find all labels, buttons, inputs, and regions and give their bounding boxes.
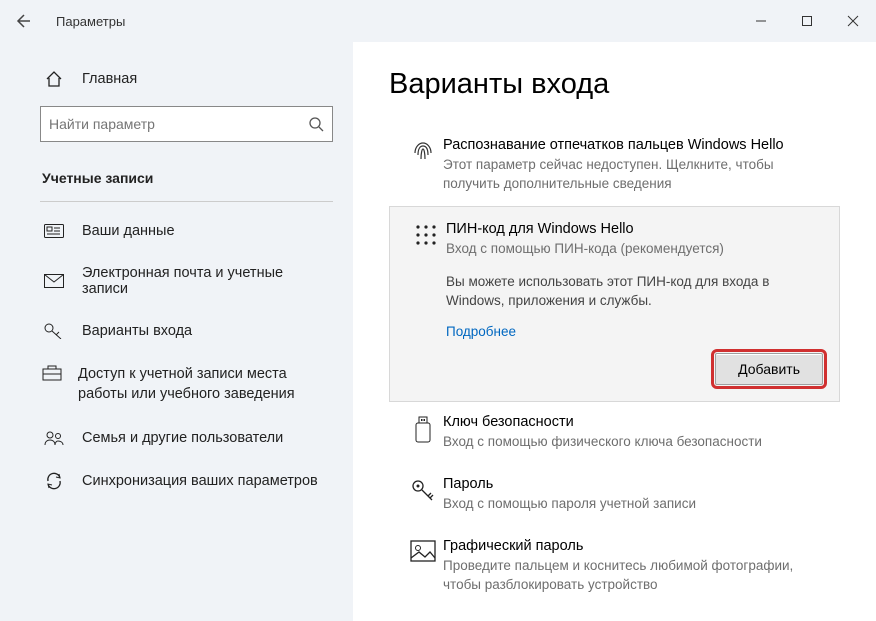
close-icon[interactable] — [830, 0, 876, 42]
sidebar-item-signin[interactable]: Варианты входа — [0, 310, 353, 352]
usb-key-icon — [403, 414, 443, 452]
option-desc: Вы можете использовать этот ПИН-код для … — [446, 273, 823, 311]
option-sub: Вход с помощью пароля учетной записи — [443, 495, 826, 514]
page-title: Варианты входа — [389, 68, 840, 101]
back-icon[interactable] — [14, 13, 46, 29]
main: Варианты входа Распознавание отпечатков … — [353, 42, 876, 621]
window-controls — [738, 0, 876, 42]
search-input[interactable] — [40, 106, 333, 142]
add-button[interactable]: Добавить — [715, 353, 823, 385]
sidebar-item-label: Электронная почта и учетные записи — [82, 265, 333, 297]
keypad-icon — [406, 221, 446, 259]
option-securitykey[interactable]: Ключ безопасности Вход с помощью физичес… — [389, 402, 840, 464]
people-icon — [42, 430, 66, 446]
option-fingerprint[interactable]: Распознавание отпечатков пальцев Windows… — [389, 125, 840, 206]
sidebar: Главная Учетные записи Ваши данные — [0, 42, 353, 621]
option-password[interactable]: Пароль Вход с помощью пароля учетной зап… — [389, 464, 840, 526]
option-title: Графический пароль — [443, 538, 826, 554]
maximize-icon[interactable] — [784, 0, 830, 42]
key-icon — [42, 323, 66, 339]
learn-more-link[interactable]: Подробнее — [446, 324, 823, 339]
mail-icon — [42, 274, 66, 288]
sidebar-item-your-info[interactable]: Ваши данные — [0, 210, 353, 252]
briefcase-icon — [42, 365, 62, 381]
home-icon — [42, 70, 66, 88]
search-wrap — [0, 106, 353, 142]
option-title: ПИН-код для Windows Hello — [446, 221, 823, 237]
badge-icon — [42, 224, 66, 238]
category-header: Учетные записи — [0, 160, 353, 201]
sidebar-item-email[interactable]: Электронная почта и учетные записи — [0, 252, 353, 310]
nav-home-label: Главная — [82, 71, 137, 87]
search-field[interactable] — [49, 116, 308, 132]
settings-window: Параметры Главная — [0, 0, 876, 621]
option-title: Ключ безопасности — [443, 414, 826, 430]
option-sub: Вход с помощью физического ключа безопас… — [443, 433, 826, 452]
content: Главная Учетные записи Ваши данные — [0, 42, 876, 621]
titlebar: Параметры — [0, 0, 876, 42]
sidebar-item-label: Ваши данные — [82, 223, 175, 239]
divider — [40, 201, 333, 202]
option-title: Распознавание отпечатков пальцев Windows… — [443, 137, 826, 153]
search-icon — [308, 116, 324, 132]
window-title: Параметры — [56, 14, 125, 29]
key-icon — [403, 476, 443, 514]
sidebar-item-label: Синхронизация ваших параметров — [82, 473, 318, 489]
sidebar-item-workaccess[interactable]: Доступ к учетной записи места работы или… — [0, 352, 353, 417]
picture-icon — [403, 538, 443, 595]
option-sub: Этот параметр сейчас недоступен. Щелкнит… — [443, 156, 826, 194]
sidebar-item-label: Доступ к учетной записи места работы или… — [78, 365, 333, 404]
sidebar-item-label: Варианты входа — [82, 323, 192, 339]
option-title: Пароль — [443, 476, 826, 492]
option-sub: Вход с помощью ПИН-кода (рекомендуется) — [446, 240, 823, 259]
option-sub: Проведите пальцем и коснитесь любимой фо… — [443, 557, 826, 595]
sync-icon — [42, 472, 66, 490]
sidebar-item-family[interactable]: Семья и другие пользователи — [0, 417, 353, 459]
sidebar-item-label: Семья и другие пользователи — [82, 430, 283, 446]
option-picture-password[interactable]: Графический пароль Проведите пальцем и к… — [389, 526, 840, 607]
minimize-icon[interactable] — [738, 0, 784, 42]
sidebar-item-sync[interactable]: Синхронизация ваших параметров — [0, 459, 353, 503]
nav-home[interactable]: Главная — [0, 60, 353, 98]
option-pin[interactable]: ПИН-код для Windows Hello Вход с помощью… — [389, 206, 840, 403]
fingerprint-icon — [403, 137, 443, 194]
